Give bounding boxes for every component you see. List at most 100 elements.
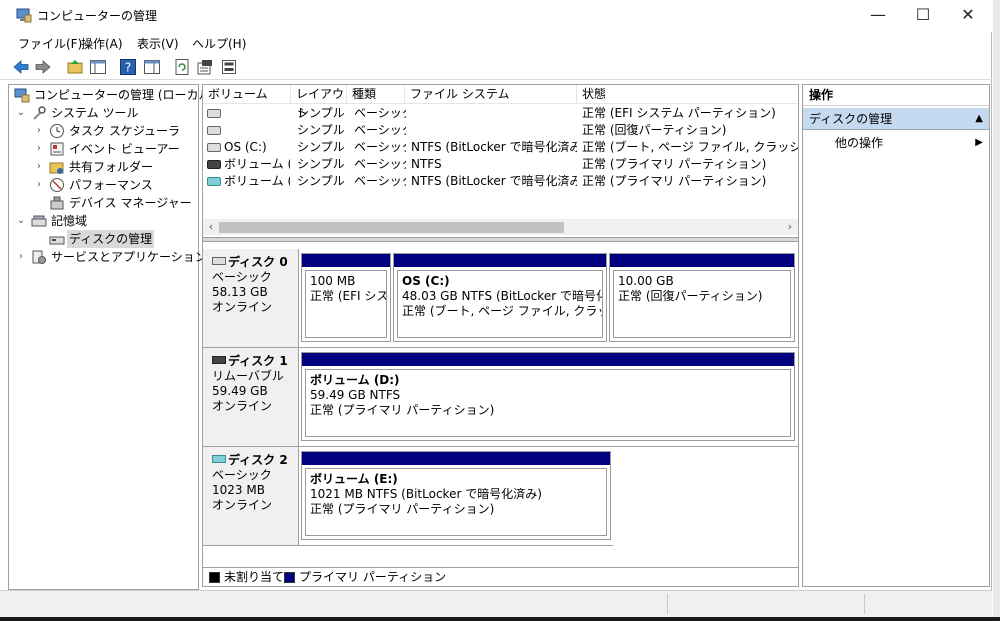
chevron-right-icon[interactable]: ›	[33, 176, 45, 194]
tree-item-label: 記憶域	[51, 214, 88, 228]
scrollbar-thumb[interactable]	[219, 222, 564, 233]
column-header-status[interactable]: 状態	[577, 85, 798, 104]
volume-name: OS (C:)	[224, 140, 267, 154]
tree-item-device-manager[interactable]: デバイス マネージャー	[49, 194, 197, 212]
taskbar-edge	[0, 617, 1000, 621]
toolbar: ?	[0, 54, 992, 80]
partition-body: ボリューム (D:) 59.49 GB NTFS 正常 (プライマリ パーティシ…	[305, 369, 791, 437]
window-title: コンピューターの管理	[37, 9, 158, 23]
computer-management-window: コンピューターの管理 — ☐ ✕ ファイル(F) 操作(A) 表示(V) ヘルプ…	[0, 0, 992, 617]
menu-action[interactable]: 操作(A)	[81, 35, 123, 52]
svg-text:?: ?	[125, 61, 131, 75]
volume-row[interactable]: ボリューム (E:) シンプル ベーシック NTFS (BitLocker で暗…	[203, 173, 798, 190]
actions-pane: 操作 ディスクの管理 ▲ 他の操作 ▶	[802, 84, 990, 587]
chevron-right-icon[interactable]: ›	[33, 140, 45, 158]
disk-size: 1023 MB	[212, 483, 265, 497]
volume-status: 正常 (ブート, ページ ファイル, クラッシュ ダンプ, V	[582, 140, 798, 154]
tree-item-performance[interactable]: › パフォーマンス	[33, 176, 197, 194]
volume-name: ボリューム (E:)	[224, 174, 290, 188]
scroll-right-arrow-icon[interactable]: ›	[782, 219, 798, 235]
tree-item-disk-management[interactable]: ディスクの管理	[49, 230, 197, 248]
column-header-filesystem[interactable]: ファイル システム	[405, 85, 577, 104]
partition-efi[interactable]: 100 MB 正常 (EFI システ	[301, 253, 391, 342]
refresh-icon[interactable]	[173, 58, 191, 76]
chevron-right-icon[interactable]: ›	[33, 158, 45, 176]
back-arrow-icon[interactable]	[12, 58, 30, 76]
disk-label[interactable]: ディスク 2 ベーシック 1023 MB オンライン	[203, 447, 299, 545]
tree-item-services-apps[interactable]: › サービスとアプリケーション	[15, 248, 207, 266]
menu-view[interactable]: 表示(V)	[137, 35, 179, 52]
disk-size: 59.49 GB	[212, 384, 268, 398]
properties-icon[interactable]	[196, 58, 214, 76]
volume-row[interactable]: ボリューム (D:) シンプル ベーシック NTFS 正常 (プライマリ パーテ…	[203, 156, 798, 173]
disk-row: ディスク 1 リムーバブル 59.49 GB オンライン ボリューム (D:) …	[203, 348, 798, 447]
volume-type: ベーシック	[354, 157, 406, 171]
tree-item-system-tools[interactable]: ⌄ システム ツール	[15, 104, 197, 122]
disk-kind: リムーバブル	[212, 369, 284, 383]
computer-management-icon	[16, 8, 32, 23]
show-hide-tree-icon[interactable]	[89, 58, 107, 76]
actions-title: 操作	[803, 85, 989, 106]
menu-help[interactable]: ヘルプ(H)	[192, 35, 246, 52]
actions-item-more-actions[interactable]: 他の操作 ▶	[803, 133, 989, 153]
scroll-left-arrow-icon[interactable]: ‹	[203, 219, 219, 235]
minimize-button[interactable]: —	[855, 0, 901, 32]
chevron-down-icon[interactable]: ⌄	[15, 212, 27, 230]
tree-item-label: システム ツール	[51, 106, 139, 120]
partition-bar	[302, 452, 610, 465]
tree-item-root[interactable]: コンピューターの管理 (ローカル)	[12, 86, 215, 104]
tree-item-event-viewer[interactable]: › イベント ビューアー	[33, 140, 197, 158]
help-icon[interactable]: ?	[119, 58, 137, 76]
partition-e[interactable]: ボリューム (E:) 1021 MB NTFS (BitLocker で暗号化済…	[301, 451, 611, 540]
clock-icon	[50, 124, 64, 138]
maximize-button[interactable]: ☐	[900, 0, 946, 32]
forward-arrow-icon[interactable]	[34, 58, 52, 76]
status-divider	[864, 594, 865, 614]
performance-icon	[50, 178, 64, 192]
actions-section-disk-management[interactable]: ディスクの管理 ▲	[803, 108, 989, 130]
tree-item-label: パフォーマンス	[69, 178, 153, 192]
menu-bar: ファイル(F) 操作(A) 表示(V) ヘルプ(H)	[0, 32, 992, 54]
tree-item-task-scheduler[interactable]: › タスク スケジューラ	[33, 122, 197, 140]
partition-recovery[interactable]: 10.00 GB 正常 (回復パーティション)	[609, 253, 795, 342]
volume-row[interactable]: OS (C:) シンプル ベーシック NTFS (BitLocker で暗号化済…	[203, 139, 798, 156]
disk-name: ディスク 2	[228, 453, 288, 467]
pane-splitter[interactable]	[203, 237, 798, 242]
volume-status: 正常 (EFI システム パーティション)	[582, 106, 776, 120]
chevron-right-icon[interactable]: ›	[15, 248, 27, 266]
title-bar[interactable]: コンピューターの管理 — ☐ ✕	[0, 0, 992, 32]
chevron-down-icon[interactable]: ⌄	[15, 104, 27, 122]
disk-list-icon[interactable]	[220, 58, 238, 76]
partition-body: 100 MB 正常 (EFI システ	[305, 270, 387, 338]
volume-row[interactable]: シンプル ベーシック 正常 (回復パーティション)	[203, 122, 798, 139]
shared-folder-icon	[49, 162, 64, 174]
volume-type: ベーシック	[354, 123, 406, 137]
column-header-volume[interactable]: ボリューム	[203, 85, 291, 104]
chevron-right-icon[interactable]: ›	[33, 122, 45, 140]
partition-size: 48.03 GB NTFS (BitLocker で暗号化済み	[402, 289, 602, 303]
disk-label[interactable]: ディスク 0 ベーシック 58.13 GB オンライン	[203, 249, 299, 347]
partition-d[interactable]: ボリューム (D:) 59.49 GB NTFS 正常 (プライマリ パーティシ…	[301, 352, 795, 441]
horizontal-scrollbar[interactable]: ‹ ›	[203, 219, 798, 235]
tree-item-shared-folders[interactable]: › 共有フォルダー	[33, 158, 197, 176]
disk-label[interactable]: ディスク 1 リムーバブル 59.49 GB オンライン	[203, 348, 299, 446]
volume-row[interactable]: シンプル ベーシック 正常 (EFI システム パーティション)	[203, 105, 798, 122]
column-header-type[interactable]: 種類	[347, 85, 405, 104]
disk-row: ディスク 0 ベーシック 58.13 GB オンライン 100 MB 正常 (E…	[203, 249, 798, 348]
volume-type: ベーシック	[354, 106, 406, 120]
partition-os-c[interactable]: OS (C:) 48.03 GB NTFS (BitLocker で暗号化済み …	[393, 253, 607, 342]
status-divider	[667, 594, 668, 614]
disk-management-pane: ボリューム レイアウト 種類 ファイル システム 状態 シンプル ベーシック 正…	[202, 84, 799, 587]
services-icon	[32, 250, 46, 264]
close-button[interactable]: ✕	[945, 0, 991, 32]
column-header-layout[interactable]: レイアウト	[291, 85, 347, 120]
menu-file[interactable]: ファイル(F)	[18, 35, 82, 52]
up-folder-icon[interactable]	[66, 58, 84, 76]
actions-section-label: ディスクの管理	[809, 112, 893, 126]
tree-item-storage[interactable]: ⌄ 記憶域	[15, 212, 197, 230]
collapse-up-icon[interactable]: ▲	[975, 108, 983, 130]
tree-item-label: サービスとアプリケーション	[51, 250, 207, 264]
show-hide-action-pane-icon[interactable]	[143, 58, 161, 76]
disk-state: オンライン	[212, 498, 273, 512]
volume-status: 正常 (プライマリ パーティション)	[582, 157, 767, 171]
